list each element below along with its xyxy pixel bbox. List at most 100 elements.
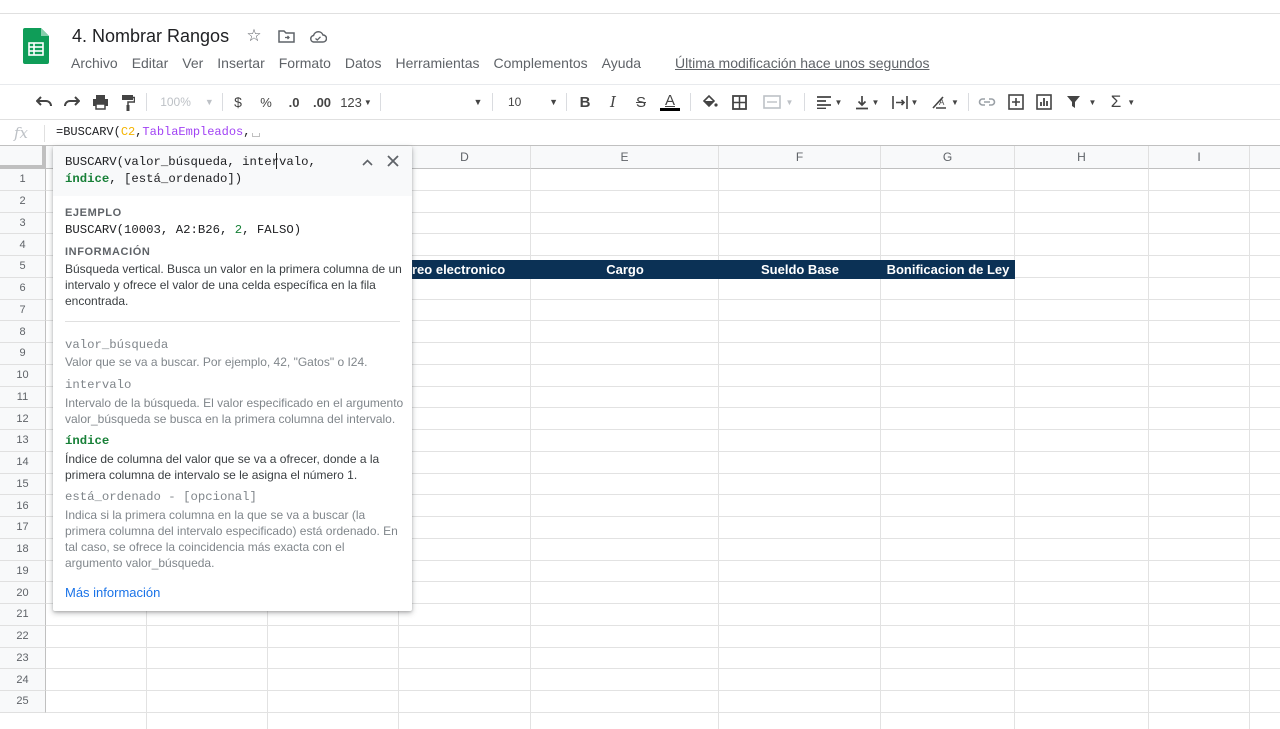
- insert-link-icon[interactable]: [976, 91, 998, 113]
- menu-ayuda[interactable]: Ayuda: [602, 54, 641, 72]
- italic-button[interactable]: I: [604, 91, 622, 113]
- column-divider: [718, 169, 719, 729]
- redo-icon[interactable]: [62, 91, 82, 113]
- column-header-d[interactable]: D: [399, 146, 531, 169]
- menu-bar: Archivo Editar Ver Insertar Formato Dato…: [71, 54, 655, 72]
- row-header[interactable]: 8: [0, 321, 46, 343]
- column-divider: [1249, 169, 1250, 729]
- currency-format-button[interactable]: $: [230, 91, 246, 113]
- text-cursor-icon: [276, 153, 282, 169]
- font-family-dropdown-icon[interactable]: ▼: [470, 91, 486, 113]
- row-header[interactable]: 10: [0, 364, 46, 387]
- menu-insertar[interactable]: Insertar: [217, 54, 264, 72]
- column-header-f[interactable]: F: [719, 146, 881, 169]
- cell-g5-header[interactable]: Bonificacion de Ley: [881, 260, 1015, 279]
- row-header[interactable]: 16: [0, 495, 46, 517]
- formula-input[interactable]: =BUSCARV(C2,TablaEmpleados,: [56, 125, 261, 139]
- menu-datos[interactable]: Datos: [345, 54, 382, 72]
- row-header[interactable]: 15: [0, 473, 46, 496]
- row-header[interactable]: 6: [0, 277, 46, 300]
- more-formats-label: 123: [340, 94, 362, 110]
- borders-icon[interactable]: [730, 91, 748, 113]
- arg-desc-valor-busqueda: Valor que se va a buscar. Por ejemplo, 4…: [65, 355, 368, 369]
- more-formats-button[interactable]: 123 ▼: [339, 91, 373, 113]
- row-header[interactable]: 13: [0, 430, 46, 452]
- menu-formato[interactable]: Formato: [279, 54, 331, 72]
- row-header[interactable]: 23: [0, 647, 46, 670]
- chevron-down-icon: ▼: [1127, 97, 1136, 107]
- row-header[interactable]: 7: [0, 299, 46, 322]
- row-header[interactable]: 21: [0, 604, 46, 626]
- formula-arg-range: TablaEmpleados: [142, 125, 244, 139]
- cloud-status-icon[interactable]: [308, 26, 328, 46]
- column-header-e[interactable]: E: [531, 146, 719, 169]
- last-modified-link[interactable]: Última modificación hace unos segundos: [675, 54, 929, 72]
- zoom-select[interactable]: 100% ▼: [158, 91, 216, 113]
- column-header-h[interactable]: H: [1015, 146, 1149, 169]
- functions-icon[interactable]: Σ ▼: [1108, 91, 1138, 113]
- row-header[interactable]: 12: [0, 408, 46, 430]
- bold-button[interactable]: B: [576, 91, 594, 113]
- column-header-j[interactable]: [1250, 146, 1280, 169]
- collapse-chevron-up-icon[interactable]: [359, 154, 375, 170]
- menu-herramientas[interactable]: Herramientas: [395, 54, 479, 72]
- merge-cells-icon[interactable]: ▼: [758, 91, 798, 113]
- more-info-link[interactable]: Más información: [65, 585, 160, 600]
- cell-d5-header[interactable]: orreo electronico: [399, 260, 531, 279]
- filter-icon[interactable]: ▼: [1062, 91, 1100, 113]
- column-divider: [1014, 169, 1015, 729]
- row-header[interactable]: 19: [0, 560, 46, 583]
- formula-cursor: [252, 133, 261, 137]
- column-header-i[interactable]: I: [1149, 146, 1250, 169]
- menu-complementos[interactable]: Complementos: [493, 54, 587, 72]
- chevron-down-icon: ▼: [549, 97, 558, 107]
- row-header[interactable]: 24: [0, 669, 46, 691]
- vertical-align-icon[interactable]: ▼: [852, 91, 882, 113]
- decrease-decimals-button[interactable]: .0: [283, 91, 305, 113]
- star-icon[interactable]: ☆: [244, 26, 264, 46]
- strikethrough-button[interactable]: S: [632, 91, 650, 113]
- row-header[interactable]: 22: [0, 625, 46, 648]
- column-divider: [530, 169, 531, 729]
- zoom-value: 100%: [160, 95, 191, 109]
- row-header[interactable]: 11: [0, 386, 46, 409]
- row-header[interactable]: 25: [0, 691, 46, 713]
- example-formula: BUSCARV(10003, A2:B26, 2, FALSO): [65, 223, 301, 237]
- row-header[interactable]: 5: [0, 256, 46, 278]
- document-title[interactable]: 4. Nombrar Rangos: [72, 26, 229, 47]
- menu-archivo[interactable]: Archivo: [71, 54, 118, 72]
- percent-format-button[interactable]: %: [258, 91, 274, 113]
- text-color-button[interactable]: A: [658, 91, 682, 113]
- increase-decimals-button[interactable]: .00: [311, 91, 333, 113]
- menu-editar[interactable]: Editar: [132, 54, 169, 72]
- horizontal-align-icon[interactable]: ▼: [812, 91, 846, 113]
- select-all-corner[interactable]: [0, 146, 46, 169]
- menu-ver[interactable]: Ver: [182, 54, 203, 72]
- text-wrapping-icon[interactable]: ▼: [888, 91, 922, 113]
- row-header[interactable]: 17: [0, 517, 46, 539]
- paint-format-icon[interactable]: [118, 91, 138, 113]
- undo-icon[interactable]: [34, 91, 54, 113]
- row-header[interactable]: 20: [0, 582, 46, 604]
- row-header[interactable]: 4: [0, 234, 46, 256]
- print-icon[interactable]: [90, 91, 110, 113]
- insert-comment-icon[interactable]: [1006, 91, 1026, 113]
- sheets-logo-icon[interactable]: [23, 28, 49, 64]
- fill-color-icon[interactable]: [700, 91, 718, 113]
- row-header[interactable]: 14: [0, 451, 46, 474]
- close-icon[interactable]: [383, 151, 403, 171]
- column-header-g[interactable]: G: [881, 146, 1015, 169]
- example-formula-start: BUSCARV(10003, A2:B26,: [65, 223, 235, 237]
- row-header[interactable]: 1: [0, 169, 46, 191]
- row-header[interactable]: 9: [0, 343, 46, 365]
- font-size-select[interactable]: 10 ▼: [502, 91, 558, 113]
- row-header[interactable]: 18: [0, 538, 46, 561]
- cell-f5-header[interactable]: Sueldo Base: [719, 260, 881, 279]
- text-rotation-icon[interactable]: A ▼: [928, 91, 962, 113]
- formula-bar[interactable]: fx =BUSCARV(C2,TablaEmpleados,: [0, 119, 1280, 146]
- insert-chart-icon[interactable]: [1034, 91, 1054, 113]
- row-header[interactable]: 2: [0, 190, 46, 213]
- move-to-folder-icon[interactable]: [276, 26, 296, 46]
- cell-e5-header[interactable]: Cargo: [531, 260, 719, 279]
- row-header[interactable]: 3: [0, 212, 46, 235]
